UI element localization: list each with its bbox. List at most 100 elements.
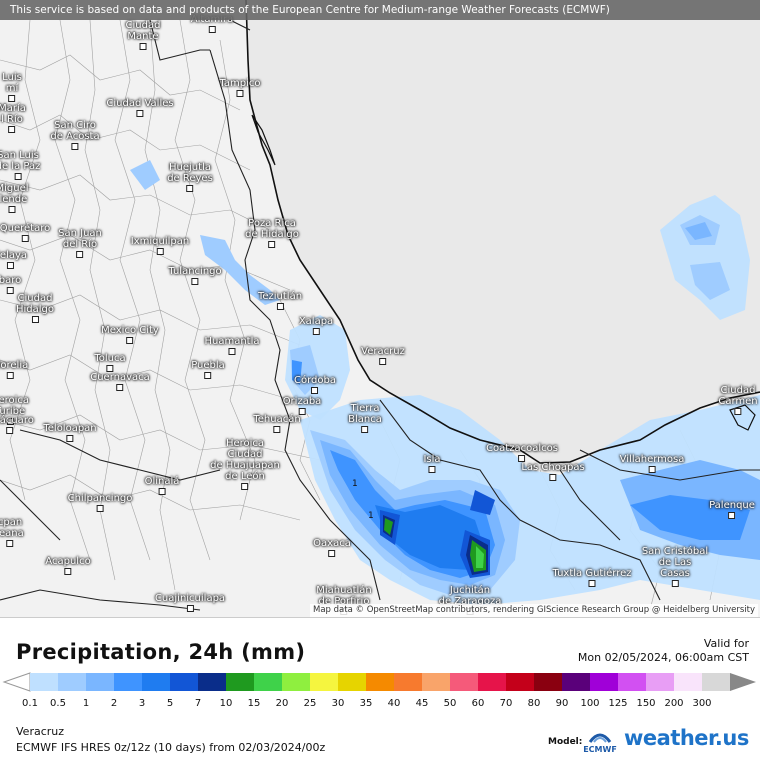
scale-tick: 90 [555,698,569,709]
city-label-san-luis-paz: San Luis de la Paz [0,150,40,180]
scale-tick: 15 [247,698,261,709]
city-marker-icon [71,143,79,150]
legend-title: Precipitation, 24h (mm) [16,640,306,664]
city-name: Cuajinicuilapa [154,593,226,604]
scale-tick: 5 [166,698,174,709]
city-name: San Ciro de Acosta [50,120,100,142]
city-label-san-juan-rio: San Juan del Río [58,228,102,258]
city-marker-icon [31,316,39,323]
city-marker-icon [518,455,526,462]
brand-suffix: us [722,726,749,750]
scale-tick: 1 [82,698,90,709]
scale-swatch-1 [86,673,115,691]
city-marker-icon [106,365,114,372]
scale-swatch-150 [646,673,675,691]
scale-tick: 150 [636,698,656,709]
city-marker-icon [8,206,16,213]
city-name: Toluca [94,353,126,364]
scale-swatch-90 [562,673,591,691]
city-marker-icon [361,426,369,433]
valid-date: Mon 02/05/2024, 06:00am CST [577,651,749,664]
city-label-acapulco: Acapulco [45,556,91,575]
scale-swatch-20 [282,673,311,691]
weather-us-logo[interactable]: weather.us [624,726,749,750]
scale-swatch-100 [590,673,619,691]
forecast-map[interactable]: 1 1 This service is based on data and pr… [0,0,760,617]
city-name: Poza Rica de Hidalgo [245,218,299,240]
city-marker-icon [76,251,84,258]
city-name: Morelia [0,360,29,371]
scale-swatch-40 [394,673,423,691]
city-name: Olinalá [144,476,180,487]
scale-tick: 10 [219,698,233,709]
city-marker-icon [21,235,29,242]
city-name: Ixmiquilpan [130,236,190,247]
city-marker-icon [186,185,194,192]
scale-tick: 2 [110,698,118,709]
city-name: San Juan del Río [58,228,102,250]
scale-tick: 20 [275,698,289,709]
city-name: Villahermosa [619,454,685,465]
city-marker-icon [14,173,22,180]
city-label-olinala: Olinalá [144,476,180,495]
model-label: Model: [548,737,583,747]
scale-swatch-30 [338,673,367,691]
city-name: Ciudad Mante [125,20,161,42]
scale-tick: 25 [303,698,317,709]
city-marker-icon [379,358,387,365]
city-label-teziutlan: Teziutlán [258,291,302,310]
scale-swatch-7 [198,673,227,691]
city-marker-icon [136,110,144,117]
city-marker-icon [236,90,244,97]
map-attribution[interactable]: Map data © OpenStreetMap contributors, r… [310,604,758,617]
scale-tick: 40 [387,698,401,709]
city-marker-icon [728,512,736,519]
city-name: Ciudad Valles [106,98,174,109]
scale-swatch-45 [422,673,451,691]
city-marker-icon [276,303,284,310]
city-marker-icon [8,95,16,102]
city-name: Tulancingo [168,266,222,277]
model-run-info: ECMWF IFS HRES 0z/12z (10 days) from 02/… [16,741,326,754]
city-marker-icon [208,26,216,33]
scale-swatch-200 [674,673,703,691]
city-name: Cuernavaca [90,372,150,383]
city-label-ciudad-hidalgo: Ciudad Hidalgo [16,293,54,323]
scale-tick: 60 [471,698,485,709]
scale-tick: 7 [194,698,202,709]
legend-panel: Precipitation, 24h (mm) Valid for Mon 02… [0,617,760,761]
city-label-tulancingo: Tulancingo [168,266,222,285]
scale-tick-labels: 0.1 0.5 1 2 3 5 7 10 15 20 25 30 35 40 45 50 60 70 80 90 100… [0,698,760,712]
scale-swatch-2 [114,673,143,691]
city-name: Puebla [191,360,225,371]
city-name: Querétaro [0,223,51,234]
city-label-xalapa: Xalapa [299,316,333,335]
city-marker-icon [126,337,134,344]
city-name: Huamantla [204,336,260,347]
city-label-carlo: baro [0,275,21,294]
city-name: Teloloapan [43,423,97,434]
city-marker-icon [648,466,656,473]
city-marker-icon [6,372,14,379]
city-label-mexico-city: Mexico City [101,325,159,344]
city-name: Celaya [0,250,28,261]
city-marker-icon [116,384,124,391]
city-label-zitacuaro: Zitácuaro [0,415,34,434]
scale-min-arrow [2,672,31,692]
city-label-tehuacan: Tehuacán [253,414,301,433]
city-label-ciudad-valles: Ciudad Valles [106,98,174,117]
ecmwf-notice-banner: This service is based on data and produc… [0,0,760,20]
city-name: Oaxaca [313,538,351,549]
city-name: Tierra Blanca [348,403,382,425]
city-label-huamantla: Huamantla [204,336,260,355]
city-label-cuajinicuilapa: Cuajinicuilapa [155,593,225,612]
scale-tick: 80 [527,698,541,709]
scale-tick: 70 [499,698,513,709]
city-marker-icon [671,580,679,587]
city-name: Ciudad Carmen [718,385,758,407]
precipitation-color-scale [2,672,756,692]
city-name: San Cristóbal de Las Casas [641,546,709,579]
city-marker-icon [96,505,104,512]
city-name: Xalapa [298,316,334,327]
map-canvas: 1 1 [0,0,760,611]
